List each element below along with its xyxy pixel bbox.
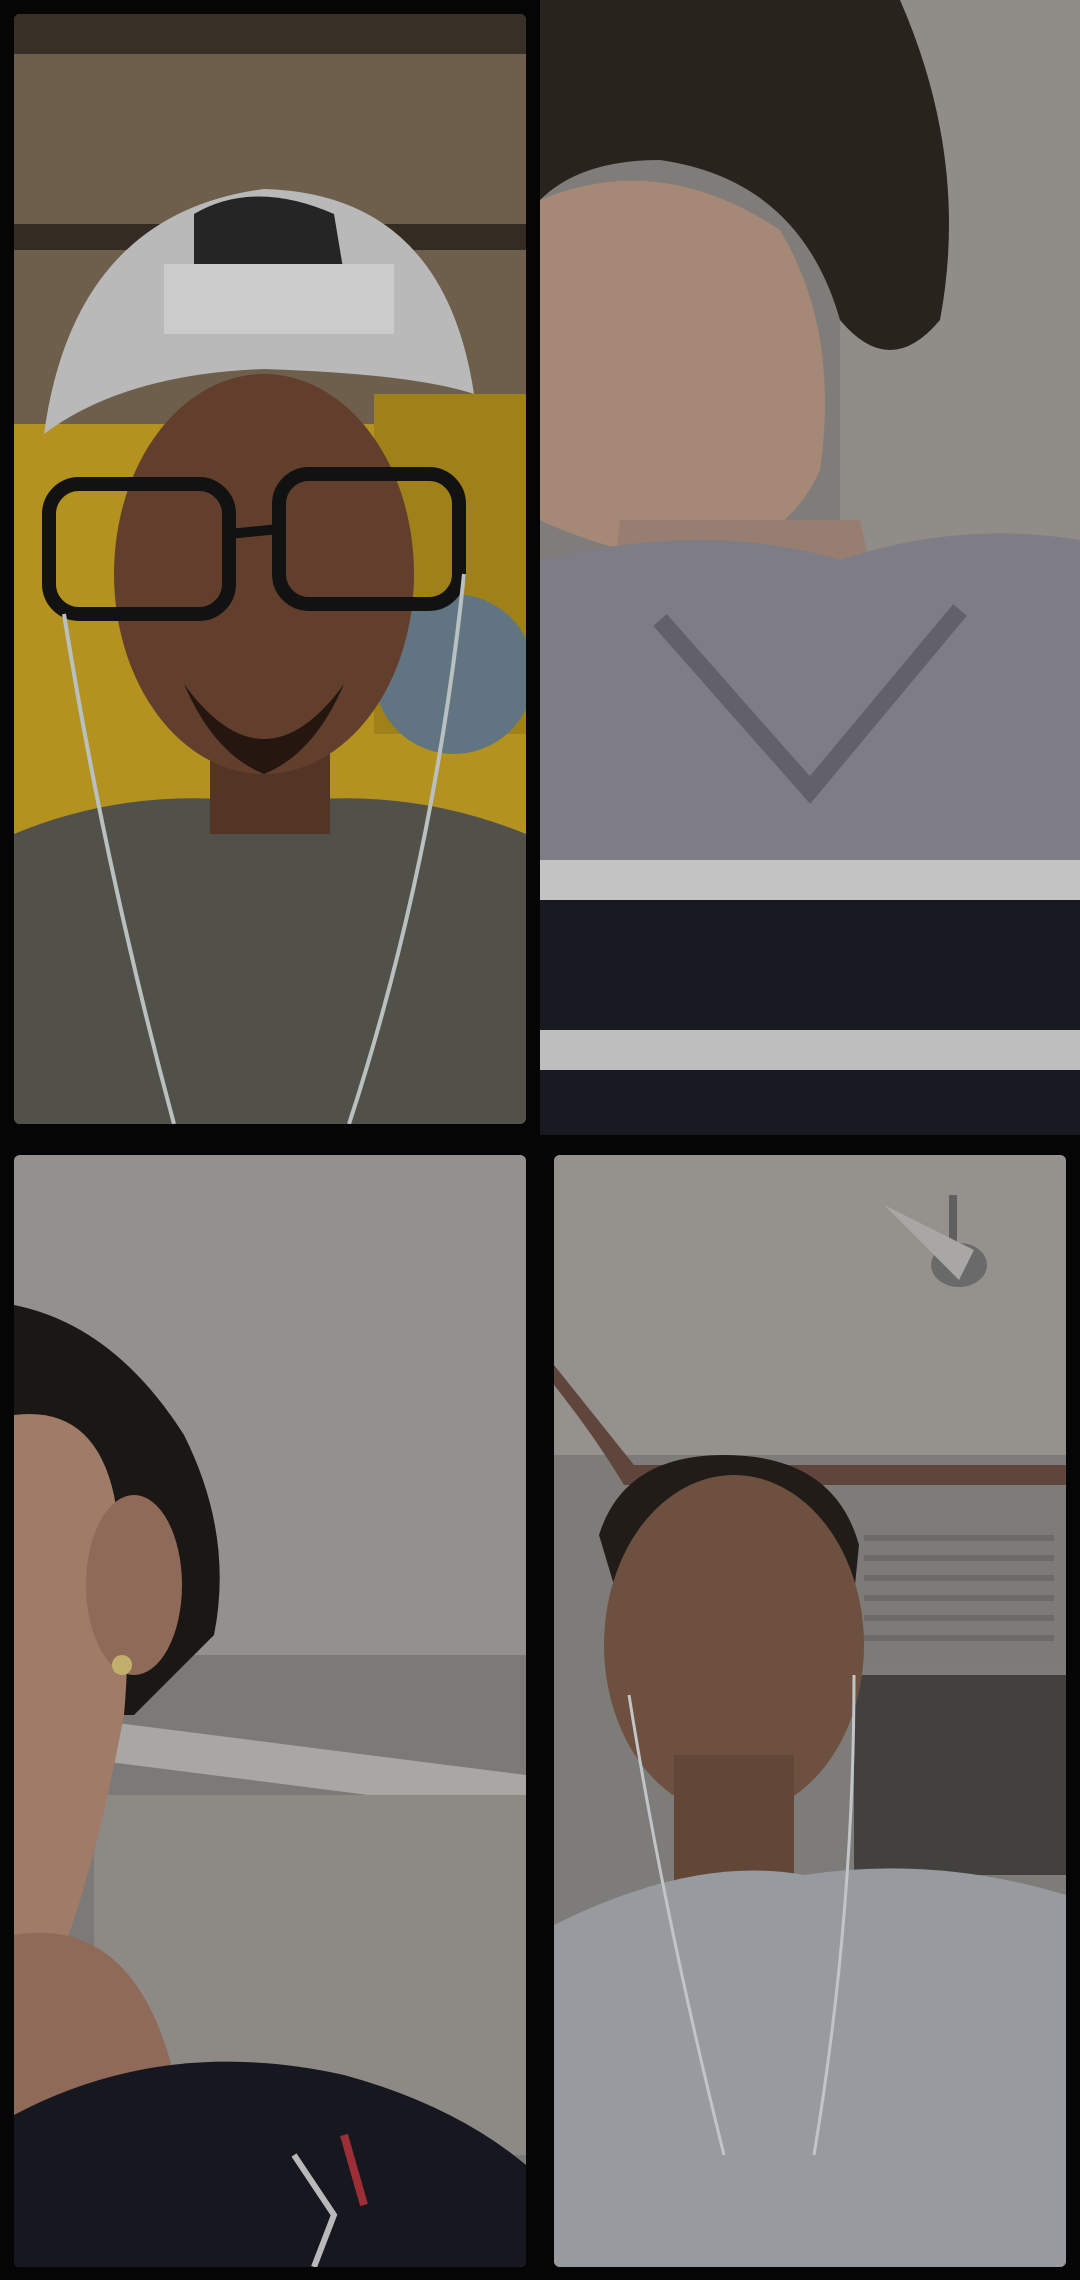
video-call-screen xyxy=(0,0,1080,2280)
participant-video-feed xyxy=(540,0,1080,1135)
participant-video-tile-1[interactable] xyxy=(14,14,526,1124)
participant-video-tile-3[interactable] xyxy=(14,1155,526,2267)
participant-video-tile-4[interactable] xyxy=(554,1155,1066,2267)
participant-video-feed xyxy=(554,1155,1066,2267)
participant-video-feed xyxy=(14,14,526,1124)
participant-video-feed xyxy=(14,1155,526,2267)
participant-video-tile-2[interactable] xyxy=(540,0,1080,1135)
